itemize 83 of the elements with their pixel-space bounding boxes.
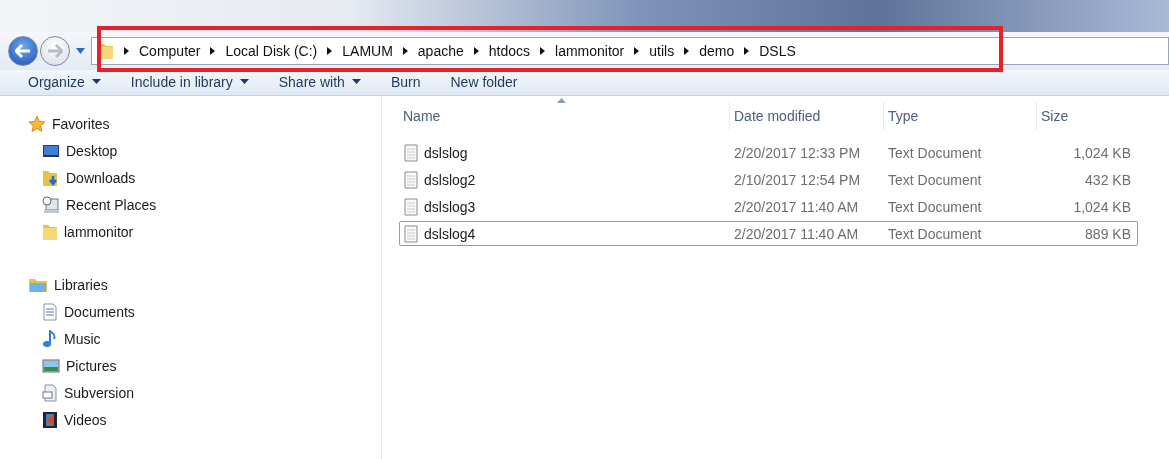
chevron-icon [402,47,408,55]
file-size: 1,024 KB [1072,144,1132,161]
column-header[interactable]: Name [399,102,729,130]
sidebar-group[interactable]: Favorites [52,115,110,132]
file-row[interactable]: dslslog2 2/10/2017 12:54 PM Text Document 432 KB [399,167,1138,192]
film-icon [42,410,58,429]
forward-arrow-icon [47,44,63,58]
text-file-icon [404,197,418,216]
breadcrumb-item[interactable]: demo [699,43,735,59]
caret-icon [91,79,101,85]
breadcrumb-item[interactable]: DSLS [759,43,796,59]
caret-icon [239,79,249,85]
file-type: Text Document [887,198,983,215]
sidebar-item[interactable]: Downloads [66,169,136,186]
date-modified: 2/20/2017 12:33 PM [733,144,862,161]
chevron-icon [540,47,545,55]
text-file-icon [404,224,418,243]
toolbar-button[interactable]: Organize [18,71,111,92]
chevron-icon [634,47,640,55]
file-row[interactable]: dslslog4 2/20/2017 11:40 AM Text Document 889 KB [399,221,1138,246]
music-note-icon [42,329,58,348]
desktop-icon [42,142,60,159]
sidebar-item[interactable]: lammonitor [64,223,134,240]
sidebar-item[interactable]: Subversion [64,384,135,401]
file-name: dslslog4 [424,225,476,242]
chevron-icon [124,47,129,55]
file-type: Text Document [887,144,983,161]
file-name: dslslog [424,144,468,161]
folder-icon [42,222,58,241]
file-row[interactable]: dslslog 2/20/2017 12:33 PM Text Document 1,024 KB [399,140,1138,165]
toolbar-button[interactable]: Burn [380,71,431,92]
toolbar-button[interactable]: New folder [440,71,528,92]
chevron-icon [473,47,479,55]
sort-arrow-icon [557,98,566,103]
sidebar-group[interactable]: Libraries [54,276,108,293]
chevron-icon [210,47,216,55]
file-size: 889 KB [1084,225,1132,242]
breadcrumb-item[interactable]: utils [649,43,675,59]
chevron-icon [327,47,333,55]
document-icon [42,383,58,402]
breadcrumb-item[interactable]: htdocs [488,43,530,59]
column-header[interactable]: Type [883,102,1036,130]
chevron-icon [684,47,690,55]
forward-button[interactable] [40,36,70,66]
file-size: 432 KB [1084,171,1132,188]
caret-icon [351,79,361,85]
file-name: dslslog3 [424,198,476,215]
star-icon [28,114,46,133]
sidebar-item[interactable]: Music [64,330,101,347]
back-arrow-icon [15,44,31,58]
back-button[interactable] [8,36,38,66]
date-modified: 2/10/2017 12:54 PM [733,171,862,188]
breadcrumb-item[interactable]: apache [417,43,464,59]
sidebar-item[interactable]: Desktop [66,142,118,159]
toolbar-button[interactable]: Include in library [120,71,259,92]
sidebar-item[interactable]: Videos [64,411,107,428]
chevron-icon [744,47,750,55]
breadcrumb-item[interactable]: Computer [139,43,201,59]
breadcrumb-item[interactable]: Local Disk (C:) [225,43,318,59]
toolbar-button[interactable]: Share with [268,71,371,92]
picture-icon [42,357,60,374]
file-size: 1,024 KB [1072,198,1132,215]
document-icon [42,302,58,321]
date-modified: 2/20/2017 11:40 AM [733,198,860,215]
address-bar[interactable]: Computer Local Disk (C:) LAMUM apache htdocs lammonitor utils demo DSLS [91,37,1169,65]
file-row[interactable]: dslslog3 2/20/2017 11:40 AM Text Document 1,024 KB [399,194,1138,219]
download-folder-icon [42,168,60,187]
file-type: Text Document [887,171,983,188]
library-icon [28,276,48,293]
file-type: Text Document [887,225,983,242]
sidebar-item[interactable]: Documents [64,303,135,320]
recent-places-icon [42,195,60,214]
date-modified: 2/20/2017 11:40 AM [733,225,860,242]
breadcrumb-item[interactable]: LAMUM [342,43,393,59]
column-header[interactable]: Date modified [729,102,883,130]
column-header[interactable]: Size [1036,102,1138,130]
file-name: dslslog2 [424,171,476,188]
breadcrumb-item[interactable]: lammonitor [555,43,625,59]
sidebar-item[interactable]: Pictures [66,357,117,374]
sidebar-item[interactable]: Recent Places [66,196,157,213]
caret-icon [76,48,85,54]
text-file-icon [404,143,418,162]
text-file-icon [404,170,418,189]
